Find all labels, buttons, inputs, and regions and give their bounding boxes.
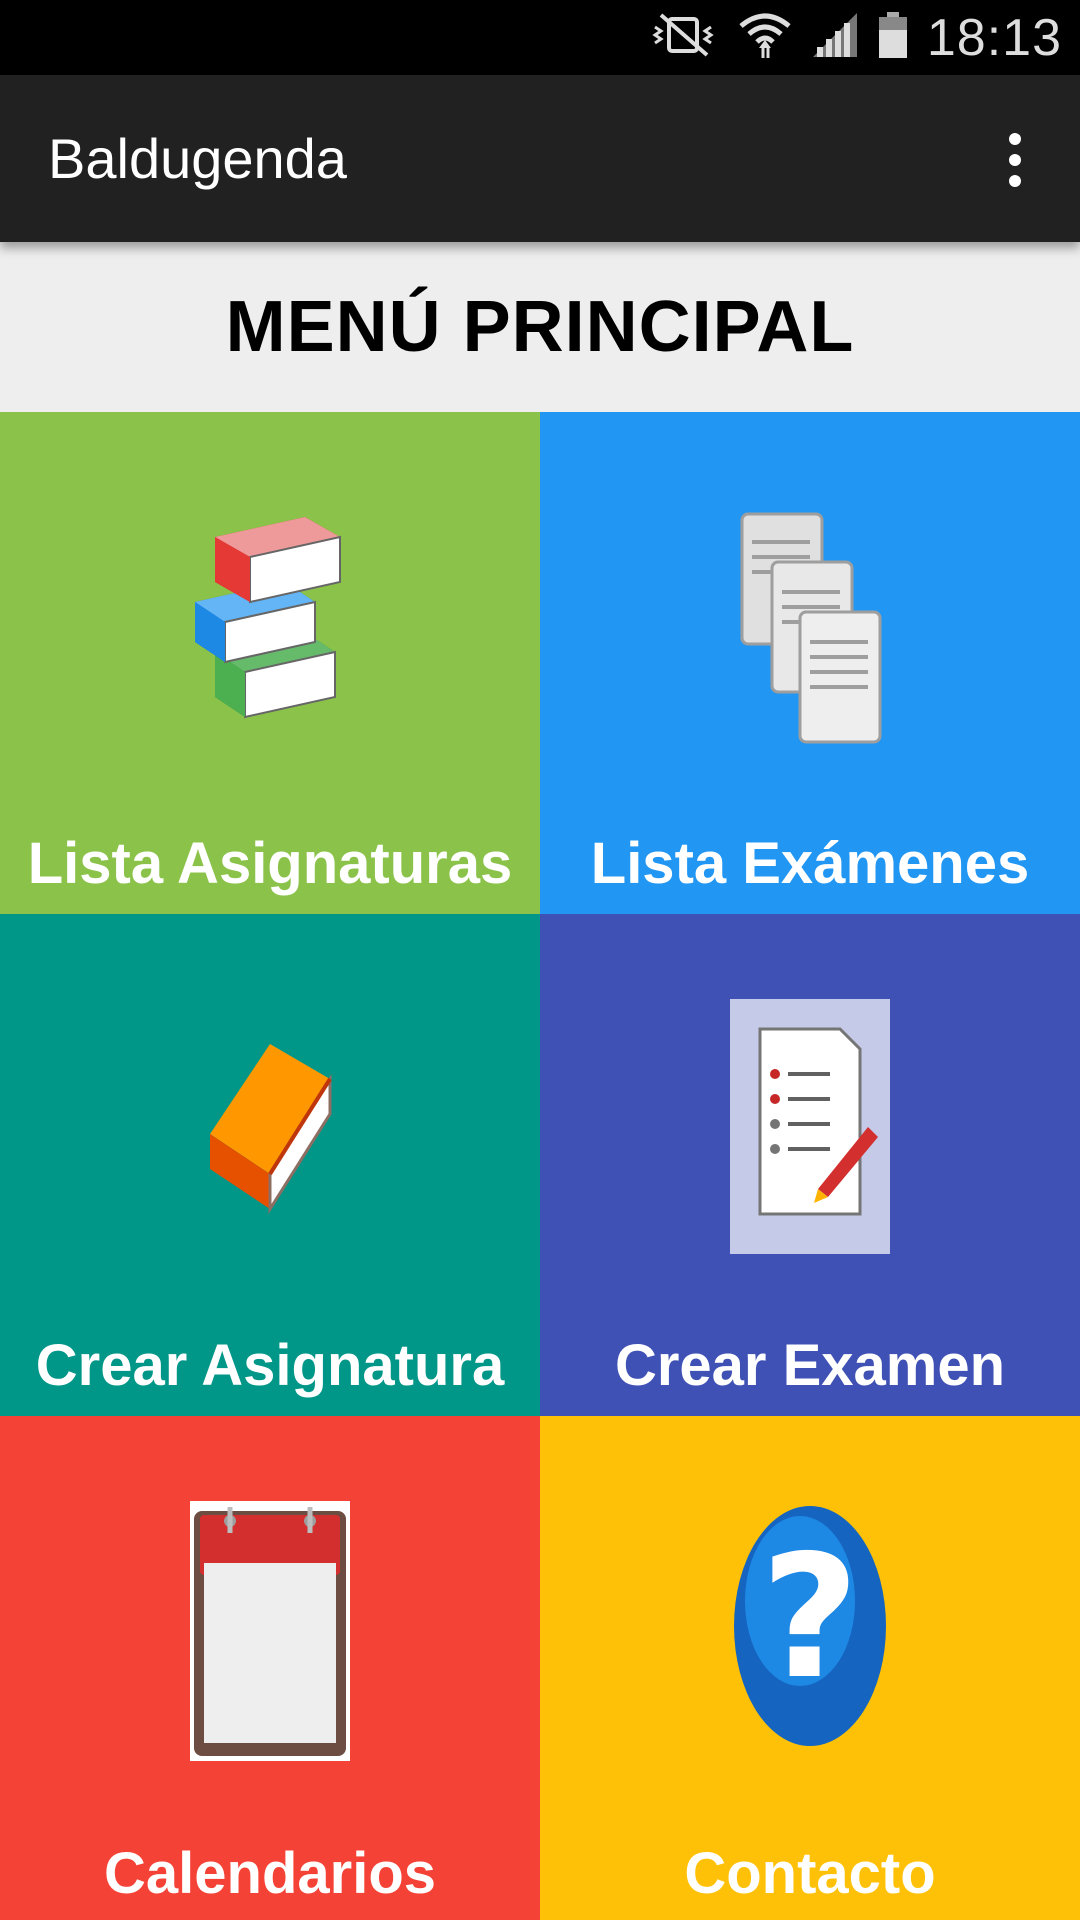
tile-calendarios[interactable]: Calendarios — [0, 1416, 540, 1920]
app-title: Baldugenda — [48, 127, 347, 190]
exam-checklist-icon — [730, 999, 890, 1264]
battery-icon — [877, 10, 909, 65]
more-vert-icon[interactable] — [980, 115, 1050, 205]
tile-label: Crear Asignatura — [35, 1333, 505, 1398]
calendar-icon — [190, 1501, 350, 1766]
dot — [1009, 133, 1021, 145]
dot — [1009, 154, 1021, 166]
tile-contacto[interactable]: ? Contacto — [540, 1416, 1080, 1920]
tile-label: Contacto — [684, 1841, 936, 1906]
status-icons: 18:13 — [647, 0, 1062, 75]
help-icon: ? — [730, 1501, 890, 1756]
menu-header: MENÚ PRINCIPAL — [0, 242, 1080, 412]
tile-lista-examenes[interactable]: Lista Exámenes — [540, 412, 1080, 914]
dot — [1009, 175, 1021, 187]
tile-crear-asignatura[interactable]: Crear Asignatura — [0, 914, 540, 1416]
wifi-icon — [737, 10, 793, 65]
book-icon — [200, 1024, 340, 1229]
tile-label: Crear Examen — [614, 1333, 1006, 1398]
menu-grid: Lista Asignaturas Lista Exámenes Crear A… — [0, 412, 1080, 1920]
tile-label: Lista Asignaturas — [27, 831, 513, 896]
app-bar: Baldugenda — [0, 75, 1080, 242]
status-bar: 18:13 — [0, 0, 1080, 75]
tile-crear-examen[interactable]: Crear Examen — [540, 914, 1080, 1416]
svg-text:?: ? — [761, 1519, 860, 1717]
page-title: MENÚ PRINCIPAL — [225, 287, 855, 367]
status-time: 18:13 — [926, 8, 1062, 67]
books-stack-icon — [185, 502, 355, 737]
tile-label: Lista Exámenes — [590, 831, 1030, 896]
documents-icon — [730, 502, 890, 757]
tile-lista-asignaturas[interactable]: Lista Asignaturas — [0, 412, 540, 914]
tile-label: Calendarios — [104, 1841, 436, 1906]
vibrate-icon — [647, 11, 719, 64]
signal-icon — [811, 11, 859, 64]
